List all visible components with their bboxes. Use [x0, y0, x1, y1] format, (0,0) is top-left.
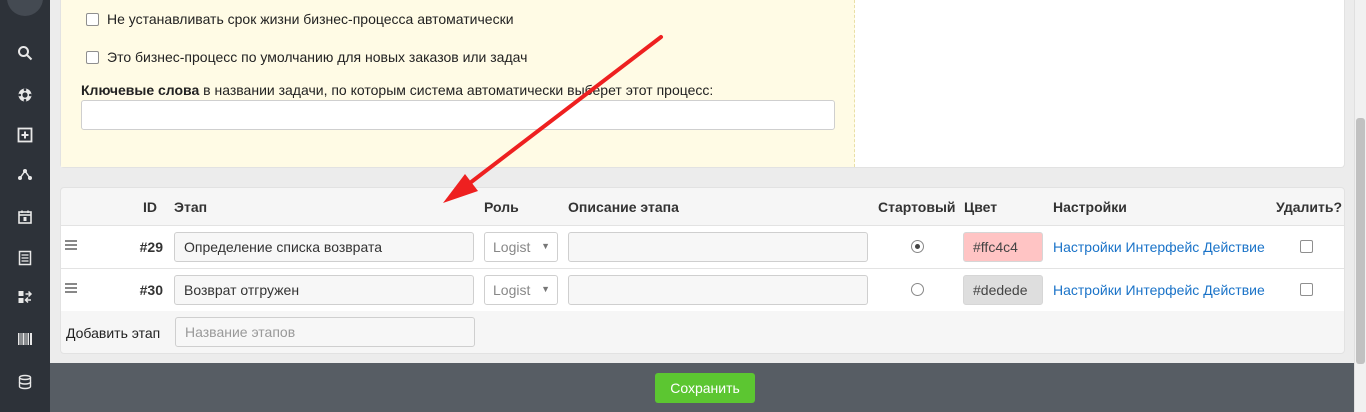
default-process-checkbox[interactable] — [86, 50, 99, 64]
no-lifetime-checkbox[interactable] — [86, 12, 99, 26]
process-settings-panel: Не устанавливать срок жизни бизнес-проце… — [60, 0, 1345, 168]
avatar[interactable] — [7, 0, 43, 16]
header-role: Роль — [484, 199, 519, 215]
keywords-input[interactable] — [81, 100, 835, 130]
role-select-value: Logist — [493, 282, 531, 298]
keywords-label: Ключевые слова в названии задачи, по кот… — [81, 82, 713, 98]
save-button[interactable]: Сохранить — [655, 373, 755, 403]
scrollbar-track[interactable] — [1354, 0, 1366, 412]
stage-links: Настройки Интерфейс Действие — [1053, 282, 1265, 298]
role-select[interactable]: Logist ▼ — [484, 275, 558, 305]
settings-highlight-area: Не устанавливать срок жизни бизнес-проце… — [61, 0, 855, 167]
add-box-icon[interactable] — [0, 117, 50, 153]
stage-description-input[interactable] — [568, 232, 868, 262]
color-input[interactable]: #dedede — [963, 275, 1043, 305]
interface-link[interactable]: Интерфейс — [1126, 239, 1200, 255]
stage-id: #30 — [139, 282, 163, 298]
stage-description-input[interactable] — [568, 275, 868, 305]
stage-name-input[interactable]: Определение списка возврата — [174, 232, 474, 262]
interface-link[interactable]: Интерфейс — [1126, 282, 1200, 298]
header-description: Описание этапа — [568, 199, 679, 215]
database-icon[interactable] — [0, 364, 50, 400]
default-process-option[interactable]: Это бизнес-процесс по умолчанию для новы… — [86, 49, 527, 65]
header-id: ID — [143, 199, 157, 215]
caret-down-icon: ▼ — [541, 241, 550, 251]
default-process-label: Это бизнес-процесс по умолчанию для новы… — [107, 49, 528, 65]
role-select[interactable]: Logist ▼ — [484, 232, 558, 262]
settings-link[interactable]: Настройки — [1053, 282, 1122, 298]
header-color: Цвет — [964, 199, 998, 215]
header-delete: Удалить? — [1276, 199, 1343, 215]
no-lifetime-option[interactable]: Не устанавливать срок жизни бизнес-проце… — [86, 11, 514, 27]
delete-checkbox[interactable] — [1300, 240, 1313, 253]
starting-radio[interactable] — [911, 283, 924, 296]
transfer-icon[interactable] — [0, 279, 50, 315]
keywords-label-bold: Ключевые слова — [81, 82, 200, 98]
role-select-value: Logist — [493, 239, 531, 255]
action-link[interactable]: Действие — [1203, 239, 1265, 255]
delete-checkbox[interactable] — [1300, 283, 1313, 296]
sidebar-nav — [0, 0, 50, 412]
header-settings: Настройки — [1053, 199, 1127, 215]
share-nodes-icon[interactable] — [0, 157, 50, 193]
drag-handle-icon[interactable] — [65, 240, 77, 252]
stage-name-input[interactable]: Возврат отгружен — [174, 275, 474, 305]
no-lifetime-label: Не устанавливать срок жизни бизнес-проце… — [107, 11, 514, 27]
keywords-label-rest: в названии задачи, по которым система ав… — [199, 82, 714, 98]
action-link[interactable]: Действие — [1203, 282, 1265, 298]
header-stage: Этап — [174, 199, 208, 215]
header-starting: Стартовый — [878, 199, 956, 215]
scrollbar-thumb[interactable] — [1356, 118, 1365, 364]
table-row: #30 Возврат отгружен Logist ▼ #dedede Нас… — [61, 268, 1344, 311]
add-stage-label: Добавить этап — [66, 325, 161, 341]
stage-id: #29 — [139, 239, 163, 255]
caret-down-icon: ▼ — [541, 284, 550, 294]
list-icon[interactable] — [0, 240, 50, 276]
color-input[interactable]: #ffc4c4 — [963, 232, 1043, 262]
starting-radio[interactable] — [911, 240, 924, 253]
drag-handle-icon[interactable] — [65, 283, 77, 295]
stages-table: ID Этап Роль Описание этапа Стартовый Цв… — [60, 187, 1345, 354]
calendar-icon[interactable] — [0, 199, 50, 235]
lifebuoy-icon[interactable] — [0, 77, 50, 113]
settings-link[interactable]: Настройки — [1053, 239, 1122, 255]
search-icon[interactable] — [0, 35, 50, 71]
table-row: #29 Определение списка возврата Logist ▼ … — [61, 225, 1344, 268]
stage-links: Настройки Интерфейс Действие — [1053, 239, 1265, 255]
barcode-icon[interactable] — [0, 321, 50, 357]
add-stage-input[interactable]: Название этапов — [175, 317, 475, 347]
form-footer: Сохранить — [50, 363, 1366, 412]
